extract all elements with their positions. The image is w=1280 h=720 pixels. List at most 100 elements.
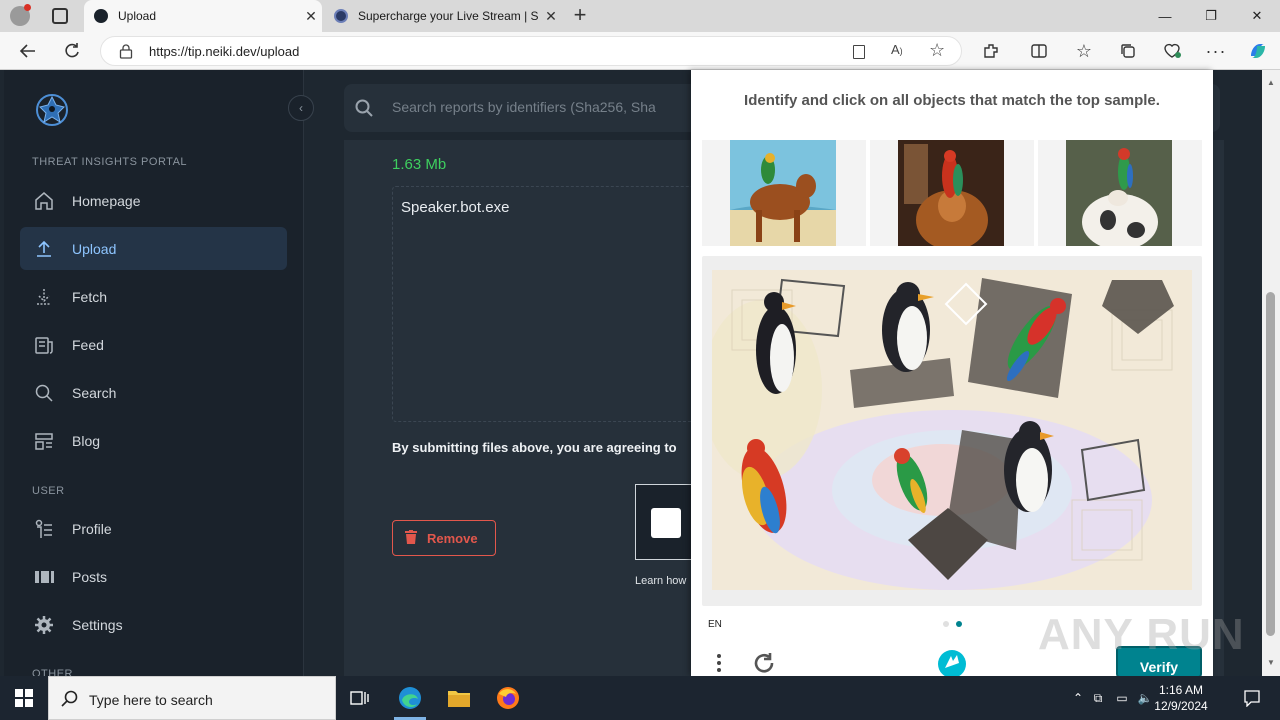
sidebar-item-blog[interactable]: Blog <box>20 419 287 462</box>
sidebar-item-label: Blog <box>72 432 101 449</box>
posts-icon <box>32 565 56 589</box>
restore-button[interactable]: ❐ <box>1188 0 1234 32</box>
sidebar-item-label: Upload <box>72 240 117 257</box>
browser-toolbar: https://tip.neiki.dev/upload A) ☆ ☆ ··· <box>0 32 1280 70</box>
close-window-button[interactable]: ✕ <box>1234 0 1280 32</box>
address-bar[interactable]: https://tip.neiki.dev/upload A) ☆ <box>100 36 962 66</box>
taskbar-search-input[interactable]: Type here to search <box>89 692 213 708</box>
sidebar-item-fetch[interactable]: Fetch <box>20 275 287 318</box>
new-tab-button[interactable]: + <box>568 3 592 27</box>
section-threat-insights: THREAT INSIGHTS PORTAL <box>32 156 188 168</box>
split-screen-icon[interactable] <box>1025 37 1053 65</box>
download-icon <box>32 285 56 309</box>
sidebar-item-upload[interactable]: Upload <box>20 227 287 270</box>
sidebar-item-settings[interactable]: Settings <box>20 603 287 646</box>
windows-logo-icon <box>15 689 33 707</box>
sample-image-3 <box>1038 140 1202 246</box>
sidebar-item-feed[interactable]: Feed <box>20 323 287 366</box>
profile-icon <box>32 517 56 541</box>
section-user: USER <box>32 485 65 497</box>
performance-icon[interactable] <box>1158 37 1186 65</box>
sidebar-item-label: Homepage <box>72 192 141 209</box>
search-input[interactable]: Search reports by identifiers (Sha256, S… <box>392 99 656 115</box>
collections-icon[interactable] <box>1114 37 1142 65</box>
streamer-favicon-icon <box>334 9 348 23</box>
captcha-menu-icon[interactable] <box>717 652 721 677</box>
sidebar-item-posts[interactable]: Posts <box>20 555 287 598</box>
favorites-icon[interactable]: ☆ <box>1070 37 1098 65</box>
minimize-button[interactable]: — <box>1142 0 1188 32</box>
home-icon <box>32 189 56 213</box>
sidebar-item-label: Settings <box>72 616 123 633</box>
network-icon[interactable]: ▭ <box>1110 691 1134 705</box>
sample-image-1 <box>702 140 866 246</box>
taskbar-clock[interactable]: 1:16 AM 12/9/2024 <box>1136 682 1226 714</box>
more-menu-icon[interactable]: ··· <box>1202 37 1230 65</box>
back-icon[interactable] <box>14 37 42 65</box>
learn-how-link[interactable]: Learn how <box>635 575 686 587</box>
favorite-star-icon[interactable]: ☆ <box>929 40 945 61</box>
tray-overflow-icon[interactable]: ⌃ <box>1070 691 1086 705</box>
scroll-thumb[interactable] <box>1266 292 1275 636</box>
copilot-icon[interactable] <box>1244 37 1272 65</box>
start-button[interactable] <box>0 676 48 720</box>
reader-view-icon[interactable] <box>853 45 865 59</box>
scroll-down-arrow-icon[interactable]: ▼ <box>1267 658 1275 667</box>
edge-browser-icon[interactable] <box>386 676 434 720</box>
task-view-icon[interactable] <box>336 676 384 720</box>
sidebar-collapse-button[interactable]: ‹ <box>288 95 314 121</box>
windows-taskbar: Type here to search ⌃ ⧉ ▭ 🔈 1:16 AM 12/9… <box>0 676 1280 720</box>
search-icon <box>355 99 373 117</box>
video-tutorial-box[interactable] <box>635 484 695 560</box>
clock-date: 12/9/2024 <box>1154 699 1208 713</box>
page-viewport: THREAT INSIGHTS PORTAL Homepage Upload F… <box>0 70 1280 710</box>
file-name-box: Speaker.bot.exe <box>392 186 732 422</box>
taskbar-search-box[interactable]: Type here to search <box>48 676 336 720</box>
blog-icon <box>32 429 56 453</box>
file-size: 1.63 Mb <box>392 156 447 173</box>
extensions-icon[interactable] <box>977 37 1005 65</box>
close-tab-icon[interactable]: ✕ <box>300 8 322 25</box>
close-tab-icon[interactable]: ✕ <box>540 8 562 25</box>
tab-supercharge[interactable]: Supercharge your Live Stream | S ✕ <box>324 0 562 32</box>
sidebar-item-label: Profile <box>72 520 112 537</box>
url-text[interactable]: https://tip.neiki.dev/upload <box>149 44 299 59</box>
remove-button[interactable]: Remove <box>392 520 496 556</box>
verify-label: Verify <box>1139 659 1179 675</box>
firefox-icon[interactable] <box>484 676 532 720</box>
lock-icon[interactable] <box>119 43 133 59</box>
sidebar-item-search[interactable]: Search <box>20 371 287 414</box>
meet-now-icon[interactable]: ⧉ <box>1086 691 1110 706</box>
page-scrollbar[interactable]: ▲ ▼ <box>1262 70 1280 676</box>
sidebar-item-homepage[interactable]: Homepage <box>20 179 287 222</box>
neiki-logo-icon[interactable] <box>34 92 70 128</box>
scroll-up-arrow-icon[interactable]: ▲ <box>1267 78 1275 87</box>
window-controls: — ❐ ✕ <box>1142 0 1280 32</box>
page-dot-active <box>956 621 962 627</box>
neiki-favicon-icon <box>94 9 108 23</box>
file-name: Speaker.bot.exe <box>401 199 510 216</box>
captcha-task-area <box>702 256 1202 606</box>
agreement-text: By submitting files above, you are agree… <box>392 440 677 455</box>
captcha-prompt: Identify and click on all objects that m… <box>744 92 1160 109</box>
captcha-challenge-image[interactable] <box>712 270 1192 590</box>
sample-image-2 <box>870 140 1034 246</box>
feed-icon <box>32 333 56 357</box>
sidebar-item-profile[interactable]: Profile <box>20 507 287 550</box>
notification-center-icon[interactable] <box>1228 676 1276 720</box>
search-icon <box>32 381 56 405</box>
browser-tab-strip: Upload ✕ Supercharge your Live Stream | … <box>0 0 1280 32</box>
language-selector[interactable]: EN <box>708 619 722 630</box>
tab-actions-icon[interactable] <box>52 8 68 24</box>
sidebar-item-label: Posts <box>72 568 108 585</box>
chevron-left-icon: ‹ <box>299 101 303 115</box>
file-explorer-icon[interactable] <box>435 676 483 720</box>
profile-icon[interactable] <box>10 4 31 26</box>
anyrun-watermark: ANY RUN <box>1038 610 1245 659</box>
captcha-refresh-icon[interactable] <box>751 652 777 679</box>
sidebar: THREAT INSIGHTS PORTAL Homepage Upload F… <box>4 70 304 680</box>
tab-upload[interactable]: Upload ✕ <box>84 0 322 32</box>
clock-time: 1:16 AM <box>1158 683 1204 697</box>
read-aloud-icon[interactable]: A) <box>891 42 903 57</box>
refresh-icon[interactable] <box>58 37 86 65</box>
